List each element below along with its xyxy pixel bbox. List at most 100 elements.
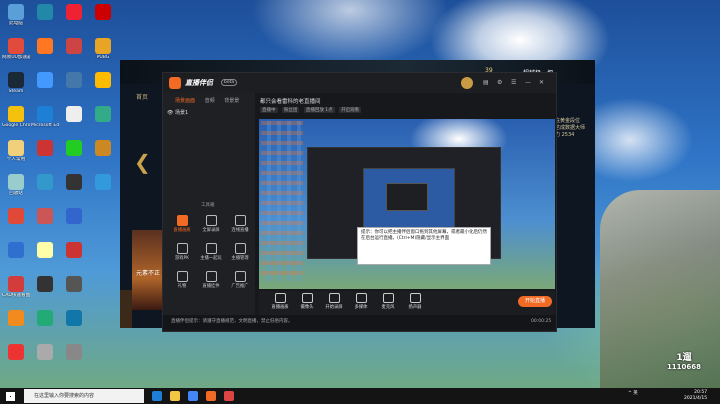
desktop-icon[interactable]: 网易UU加速器 xyxy=(2,36,30,66)
app-icon xyxy=(37,344,53,360)
bottom-toolbar-item[interactable]: 摄像头 xyxy=(294,293,320,310)
desktop-icon[interactable] xyxy=(31,206,59,236)
desktop-icon[interactable] xyxy=(60,70,88,100)
streaming-app-window[interactable]: 直播伴侣 beta ▤ ⚙ ☰ — ✕ 场景画面 音频 背景景 👁 场景1 工具… xyxy=(162,72,557,332)
desktop-icon[interactable] xyxy=(31,308,59,338)
desktop-icon[interactable] xyxy=(60,104,88,134)
system-tray[interactable]: ^ 英 xyxy=(628,390,638,396)
desktop-icon-label: 网易UU加速器 xyxy=(2,55,30,60)
desktop-icon[interactable]: Microsoft Edge xyxy=(31,104,59,134)
desktop-icon-grid: 此电脑网易UU加速器 Steam Google Chrome 个人常用回收站 CAD快速… xyxy=(0,0,115,388)
desktop-icon-label: CAD快速看图 xyxy=(2,293,30,298)
app-icon xyxy=(95,140,111,156)
desktop-icon[interactable] xyxy=(60,308,88,338)
taskbar-app-icon[interactable] xyxy=(224,391,234,401)
bottom-toolbar-item[interactable]: 直播画质 xyxy=(267,293,293,310)
close-icon[interactable]: ✕ xyxy=(539,79,544,86)
bottom-toolbar-item[interactable]: 麦克风 xyxy=(375,293,401,310)
taskbar-app-icon[interactable] xyxy=(206,391,216,401)
app-icon xyxy=(66,106,82,122)
desktop-icon[interactable] xyxy=(31,274,59,304)
desktop-icon[interactable] xyxy=(89,172,117,202)
tool-icon xyxy=(205,271,217,282)
desktop-icon[interactable] xyxy=(60,274,88,304)
desktop-icon[interactable] xyxy=(2,206,30,236)
bottom-toolbar-label: 直播画质 xyxy=(271,305,289,310)
app-icon xyxy=(8,38,24,54)
tab-scene[interactable]: 场景画面 xyxy=(175,97,195,104)
bottom-toolbar-item[interactable]: 多媒体 xyxy=(348,293,374,310)
room-title[interactable]: 都只会看雷科的老直播间 xyxy=(260,97,321,105)
desktop-icon[interactable] xyxy=(60,2,88,32)
app-icon xyxy=(37,310,53,326)
windows-start-icon[interactable] xyxy=(6,392,15,401)
bottom-toolbar-item[interactable]: 扬声器 xyxy=(402,293,428,310)
taskbar-clock[interactable]: 20:57 2021/4/15 xyxy=(684,390,707,402)
desktop-icon[interactable] xyxy=(60,240,88,270)
desktop-icon[interactable] xyxy=(60,138,88,168)
tab-background[interactable]: 背景景 xyxy=(224,97,239,104)
desktop-icon[interactable] xyxy=(60,206,88,236)
eye-icon[interactable]: 👁 xyxy=(167,110,173,116)
desktop-icon-label: Microsoft Edge xyxy=(31,123,59,128)
desktop-icon[interactable] xyxy=(31,2,59,32)
desktop-icon[interactable] xyxy=(2,308,30,338)
toolbar-icon xyxy=(328,293,340,303)
room-tag[interactable]: 粉丝团 xyxy=(281,107,300,113)
toolbox-item[interactable]: 主播一起玩 xyxy=(196,243,226,267)
toolbar-icon xyxy=(382,293,394,303)
desktop-icon[interactable] xyxy=(31,172,59,202)
toolbox-item[interactable]: 游戏PK xyxy=(167,243,197,267)
launcher-nav-home[interactable]: 首页 xyxy=(136,92,148,101)
app-icon xyxy=(95,106,111,122)
minimize-icon[interactable]: — xyxy=(525,79,531,86)
desktop-icon[interactable] xyxy=(31,70,59,100)
toolbox-item[interactable]: 直播挂件 xyxy=(196,271,226,295)
desktop-icon[interactable] xyxy=(60,342,88,372)
start-live-button[interactable]: 开始直播 xyxy=(518,296,552,307)
toolbox-item[interactable]: 直播画质 xyxy=(167,215,197,239)
desktop-icon[interactable]: PUBG xyxy=(89,36,117,66)
desktop-icon[interactable]: 此电脑 xyxy=(2,2,30,32)
toolbox-item[interactable]: 全屏录屏 xyxy=(196,215,226,239)
status-time: 00:00:25 xyxy=(531,319,552,324)
desktop-icon[interactable]: 个人常用 xyxy=(2,138,30,168)
desktop-icon[interactable] xyxy=(89,138,117,168)
toolbox-item[interactable]: 主播管理 xyxy=(225,243,255,267)
scene-row[interactable]: 👁 场景1 xyxy=(167,109,188,116)
desktop-icon[interactable] xyxy=(31,342,59,372)
desktop-icon[interactable] xyxy=(2,342,30,372)
desktop-icon[interactable] xyxy=(31,138,59,168)
taskbar-search-input[interactable]: 在这里输入你要搜索的内容 xyxy=(24,389,144,403)
desktop-icon[interactable] xyxy=(31,36,59,66)
skin-icon[interactable]: ▤ xyxy=(483,79,489,86)
bottom-toolbar-item[interactable]: 开始录屏 xyxy=(321,293,347,310)
desktop-icon[interactable] xyxy=(31,240,59,270)
toolbox-item[interactable]: 礼物 xyxy=(167,271,197,295)
desktop-icon[interactable]: Steam xyxy=(2,70,30,100)
toolbox-item[interactable]: 连线直播 xyxy=(225,215,255,239)
room-tag: 直播中 xyxy=(260,107,278,113)
avatar[interactable] xyxy=(461,77,473,89)
desktop-icon[interactable] xyxy=(60,36,88,66)
taskbar-app-icon[interactable] xyxy=(170,391,180,401)
desktop-icon[interactable]: Google Chrome xyxy=(2,104,30,134)
tab-audio[interactable]: 音频 xyxy=(205,97,215,104)
desktop-icon[interactable] xyxy=(89,104,117,134)
desktop-icon[interactable]: 回收站 xyxy=(2,172,30,202)
app-icon xyxy=(66,174,82,190)
chevron-left-icon[interactable]: ❮ xyxy=(134,150,151,174)
stream-preview[interactable]: 提示：你可以把主播伴侣窗口拖到其他屏幕，或者最小化后仍然在后台运行直播。(Ctr… xyxy=(259,119,555,289)
desktop-icon[interactable] xyxy=(89,70,117,100)
desktop-icon[interactable] xyxy=(89,2,117,32)
desktop-icon[interactable]: CAD快速看图 xyxy=(2,274,30,304)
desktop-icon[interactable] xyxy=(60,172,88,202)
menu-icon[interactable]: ☰ xyxy=(511,79,516,86)
preview-nested-preview xyxy=(363,168,455,230)
taskbar-app-icon[interactable] xyxy=(152,391,162,401)
settings-icon[interactable]: ⚙ xyxy=(497,79,502,86)
toolbox-item[interactable]: 广告推广 xyxy=(225,271,255,295)
desktop-icon[interactable] xyxy=(2,240,30,270)
taskbar-app-icon[interactable] xyxy=(188,391,198,401)
app-icon xyxy=(66,4,82,20)
